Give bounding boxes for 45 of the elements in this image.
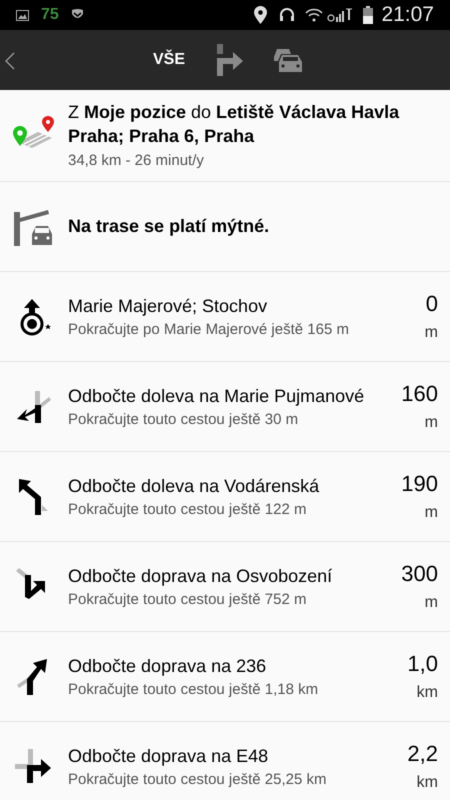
distance-unit: m xyxy=(424,322,438,342)
shield-icon xyxy=(70,9,84,21)
back-icon[interactable] xyxy=(5,52,15,70)
distance-unit: km xyxy=(416,682,438,702)
direction-row[interactable]: Odbočte doleva na Marie Pujmanové Pokračujte touto cestou ještě 30 m 160 m xyxy=(0,362,450,452)
clock-text: 21:07 xyxy=(381,2,434,28)
signal-icon xyxy=(327,8,354,22)
step-detail: Pokračujte po Marie Majerové ještě 165 m xyxy=(68,320,350,340)
step-detail: Pokračujte touto cestou ještě 25,25 km xyxy=(68,770,328,790)
direction-row[interactable]: Odbočte doleva na Vodárenská Pokračujte touto cestou ještě 122 m 190 m xyxy=(0,452,450,542)
toll-gate-icon xyxy=(14,208,54,246)
distance-value: 0 xyxy=(426,290,438,318)
direction-row[interactable]: Marie Majerové; Stochov Pokračujte po Marie Majerové ještě 165 m 0 m xyxy=(0,272,450,362)
image-icon xyxy=(16,10,29,20)
step-title: Marie Majerové; Stochov xyxy=(68,294,268,318)
toll-notice: Na trase se platí mýtné. xyxy=(68,215,270,238)
route-text: Z Moje pozice do Letiště Václava Havla Praha; Praha 6, Praha xyxy=(68,101,400,148)
step-detail: Pokračujte touto cestou ještě 30 m xyxy=(68,410,300,430)
distance-unit: m xyxy=(424,592,438,612)
step-title: Odbočte doleva na Marie Pujmanové xyxy=(68,384,366,408)
step-detail: Pokračujte touto cestou ještě 122 m xyxy=(68,500,308,520)
step-detail: Pokračujte touto cestou ještě 1,18 km xyxy=(68,680,320,700)
battery-level-text: 75 xyxy=(41,5,59,25)
distance-unit: m xyxy=(424,412,438,432)
distance-value: 300 xyxy=(401,560,438,588)
distance-value: 160 xyxy=(401,380,438,408)
location-pin-icon xyxy=(254,6,268,24)
distance-value: 190 xyxy=(401,470,438,498)
headset-icon xyxy=(279,8,296,22)
distance-value: 1,0 xyxy=(407,650,438,678)
step-detail: Pokračujte touto cestou ještě 752 m xyxy=(68,590,308,610)
direction-row[interactable]: Odbočte doprava na Osvobození Pokračujte touto cestou ještě 752 m 300 m xyxy=(0,542,450,632)
direction-row[interactable]: Odbočte doprava na 236 Pokračujte touto cestou ještě 1,18 km 1,0 km xyxy=(0,632,450,722)
direction-row[interactable]: Odbočte doprava na E48 Pokračujte touto cestou ještě 25,25 km 2,2 km xyxy=(0,722,450,800)
step-title: Odbočte doprava na E48 xyxy=(68,744,270,768)
step-title: Odbočte doleva na Vodárenská xyxy=(68,474,320,498)
distance-unit: m xyxy=(424,502,438,522)
distance-unit: km xyxy=(416,772,438,792)
distance-value: 2,2 xyxy=(407,740,438,768)
step-title: Odbočte doprava na Osvobození xyxy=(68,564,334,588)
tab[interactable]: VŠE xyxy=(148,40,189,80)
step-title: Odbočte doprava na 236 xyxy=(68,654,268,678)
wifi-icon xyxy=(305,8,324,22)
battery-icon xyxy=(363,6,374,24)
route-details: 34,8 km - 26 minut/y xyxy=(68,151,205,171)
